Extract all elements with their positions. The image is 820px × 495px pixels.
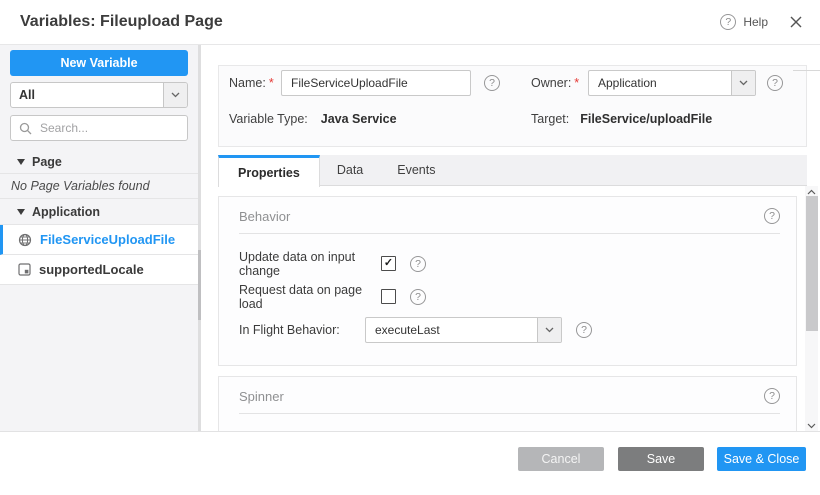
- help-circle-icon[interactable]: ?: [720, 14, 736, 30]
- update-data-checkbox[interactable]: ✓: [381, 256, 396, 271]
- divider: [239, 413, 780, 414]
- cancel-button[interactable]: Cancel: [518, 447, 604, 471]
- search-icon: [19, 122, 32, 135]
- triangle-down-icon: [17, 159, 25, 165]
- tab-properties[interactable]: Properties: [218, 155, 320, 187]
- request-data-checkbox[interactable]: [381, 289, 396, 304]
- save-button[interactable]: Save: [618, 447, 704, 471]
- help-link[interactable]: Help: [743, 15, 768, 29]
- update-data-help-icon[interactable]: ?: [410, 256, 426, 272]
- triangle-down-icon: [17, 209, 25, 215]
- no-page-variables-message: No Page Variables found: [0, 174, 198, 199]
- variables-sidebar: New Variable All Page No Page Variables …: [0, 45, 201, 431]
- in-flight-label: In Flight Behavior:: [239, 323, 365, 337]
- section-label: Application: [32, 205, 100, 219]
- variable-search-box[interactable]: [10, 115, 188, 141]
- behavior-panel-title: Behavior: [239, 209, 764, 224]
- search-input[interactable]: [38, 120, 179, 136]
- dialog-titlebar: Variables: Fileupload Page ? Help: [0, 0, 820, 45]
- variable-summary-card: Name: * ? Owner: * Application ? Variabl…: [218, 65, 807, 147]
- sidebar-section-application[interactable]: Application: [0, 199, 198, 225]
- spinner-help-icon[interactable]: ?: [764, 388, 780, 404]
- behavior-panel: Behavior ? Update data on input change ✓…: [218, 196, 797, 366]
- dialog-bottom-border: [0, 431, 820, 432]
- owner-select[interactable]: Application: [588, 70, 756, 96]
- scrollbar-thumb[interactable]: [806, 196, 818, 331]
- variable-item-fileserviceuploadfile[interactable]: FileServiceUploadFile: [0, 225, 198, 255]
- tab-events[interactable]: Events: [380, 155, 452, 185]
- behavior-help-icon[interactable]: ?: [764, 208, 780, 224]
- request-data-label: Request data on page load: [239, 283, 381, 311]
- close-icon[interactable]: [790, 16, 802, 28]
- variable-type-label: Variable Type:: [229, 112, 308, 126]
- sidebar-section-page[interactable]: Page: [0, 150, 198, 174]
- property-row-in-flight: In Flight Behavior: executeLast ?: [239, 313, 776, 346]
- owner-label: Owner:: [531, 76, 571, 90]
- chevron-down-icon[interactable]: [163, 83, 187, 107]
- java-service-variable-icon: [18, 233, 32, 247]
- save-and-close-button[interactable]: Save & Close: [717, 447, 806, 471]
- update-data-label: Update data on input change: [239, 250, 381, 278]
- chevron-down-icon[interactable]: [731, 71, 755, 95]
- in-flight-select[interactable]: executeLast: [365, 317, 562, 343]
- required-marker: *: [574, 76, 579, 90]
- spinner-panel-title: Spinner: [239, 389, 764, 404]
- variable-name: supportedLocale: [39, 262, 144, 277]
- new-variable-button[interactable]: New Variable: [10, 50, 188, 76]
- owner-selected-value: Application: [589, 71, 731, 95]
- content-scrollbar[interactable]: [805, 186, 818, 432]
- panel-edge-line: [793, 70, 820, 71]
- owner-help-icon[interactable]: ?: [767, 75, 783, 91]
- sidebar-scrollbar-thumb[interactable]: [198, 250, 201, 320]
- model-variable-icon: [18, 263, 31, 276]
- variable-name: FileServiceUploadFile: [40, 232, 175, 247]
- property-row-update-data: Update data on input change ✓ ?: [239, 247, 776, 280]
- properties-tabstrip: Properties Data Events: [218, 155, 807, 186]
- request-data-help-icon[interactable]: ?: [410, 289, 426, 305]
- spinner-panel: Spinner ?: [218, 376, 797, 431]
- in-flight-help-icon[interactable]: ?: [576, 322, 592, 338]
- tab-data[interactable]: Data: [320, 155, 380, 185]
- property-row-request-data: Request data on page load ?: [239, 280, 776, 313]
- chevron-down-icon[interactable]: [537, 318, 561, 342]
- filter-selected-value: All: [11, 83, 163, 107]
- name-help-icon[interactable]: ?: [484, 75, 500, 91]
- target-label: Target:: [531, 112, 569, 126]
- required-marker: *: [269, 76, 274, 90]
- variable-name-input[interactable]: [281, 70, 471, 96]
- scroll-down-icon[interactable]: [805, 421, 818, 431]
- variable-type-value: Java Service: [321, 112, 397, 126]
- variable-item-supportedlocale[interactable]: supportedLocale: [0, 255, 198, 285]
- target-value: FileService/uploadFile: [580, 112, 712, 126]
- in-flight-selected-value: executeLast: [366, 318, 537, 342]
- page-title: Variables: Fileupload Page: [20, 13, 223, 31]
- variable-filter-select[interactable]: All: [10, 82, 188, 108]
- section-label: Page: [32, 155, 62, 169]
- name-label: Name:: [229, 76, 266, 90]
